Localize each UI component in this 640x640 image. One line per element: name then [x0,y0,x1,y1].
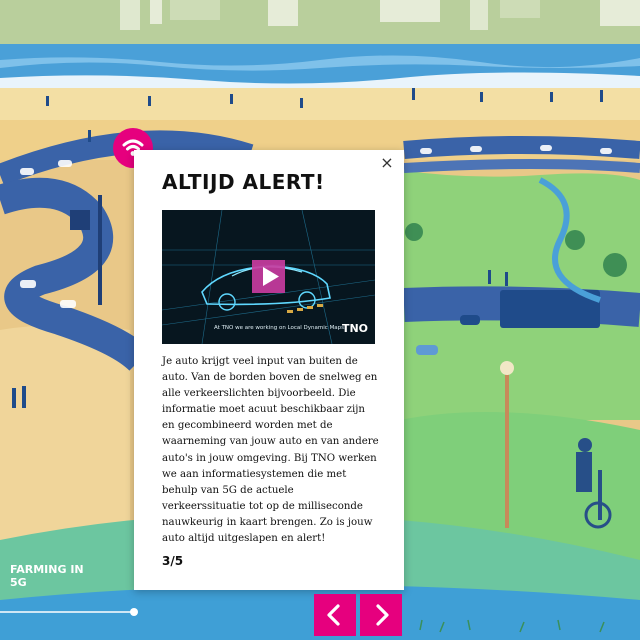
chevron-right-icon [376,604,389,626]
modal-body-text: Je auto krijgt veel input van buiten de … [162,356,379,545]
chevron-left-icon [327,604,340,626]
video-brand-logo: TNO [341,322,368,335]
info-modal: × ALTIJD ALERT! At TNO we are working on… [134,150,404,590]
close-icon[interactable]: × [378,154,396,172]
previous-button[interactable] [314,594,356,636]
play-button[interactable] [252,260,285,293]
video-caption: At TNO we are working on Local Dynamic M… [214,325,346,331]
slide-counter: 3/5 [162,554,184,568]
section-label[interactable]: FARMING IN 5G [10,563,90,589]
next-button[interactable] [360,594,402,636]
play-icon [263,267,279,286]
progress-marker[interactable] [130,608,138,616]
video-thumbnail[interactable]: At TNO we are working on Local Dynamic M… [162,210,375,344]
modal-title: ALTIJD ALERT! [162,170,325,194]
